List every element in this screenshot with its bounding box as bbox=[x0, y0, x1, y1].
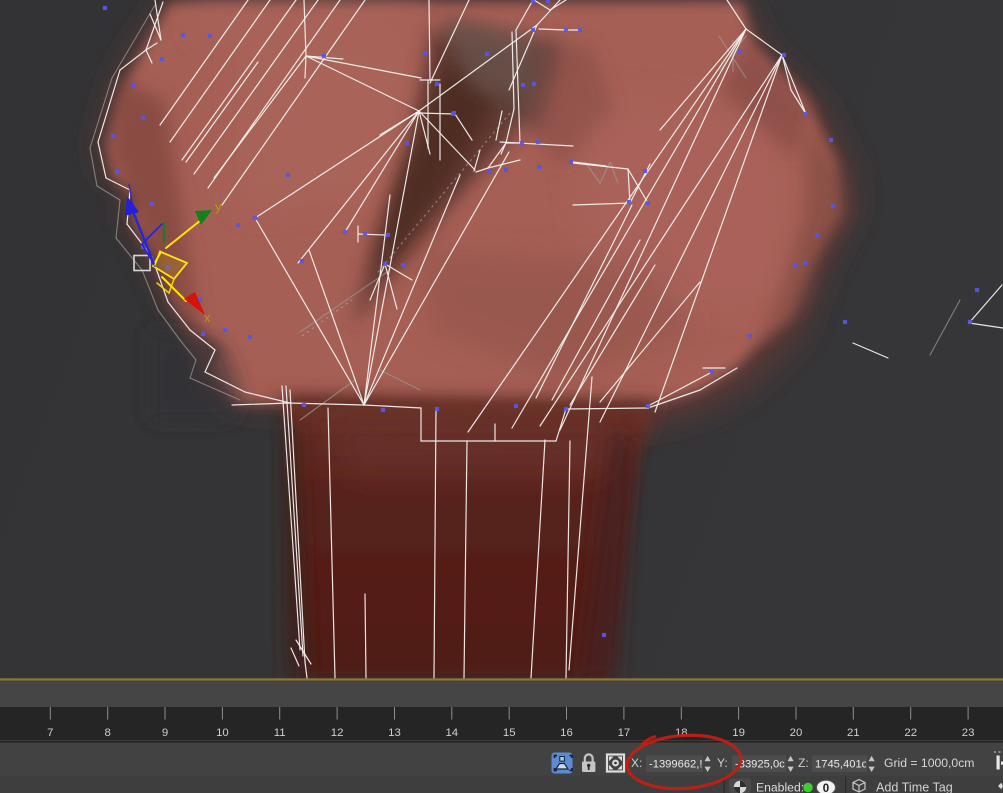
svg-text:Add Time Tag: Add Time Tag bbox=[876, 781, 953, 793]
svg-text:15: 15 bbox=[503, 727, 516, 739]
svg-text:-1399662,!: -1399662,! bbox=[649, 759, 703, 771]
svg-text:23: 23 bbox=[962, 727, 975, 739]
svg-text:11: 11 bbox=[274, 727, 286, 739]
svg-text:8: 8 bbox=[105, 727, 111, 739]
svg-text:16: 16 bbox=[560, 727, 573, 739]
svg-text:17: 17 bbox=[618, 727, 631, 739]
svg-text:0: 0 bbox=[823, 783, 829, 793]
svg-text:22: 22 bbox=[904, 727, 917, 739]
svg-text:19: 19 bbox=[732, 727, 745, 739]
svg-text:10: 10 bbox=[216, 727, 229, 739]
svg-text:Enabled:: Enabled: bbox=[756, 781, 804, 793]
svg-text:9: 9 bbox=[162, 727, 168, 739]
svg-text:7: 7 bbox=[47, 727, 53, 739]
svg-text:Y:: Y: bbox=[717, 756, 728, 770]
svg-text:Z:: Z: bbox=[798, 756, 809, 770]
svg-text:21: 21 bbox=[847, 727, 860, 739]
svg-text:Grid = 1000,0cm: Grid = 1000,0cm bbox=[884, 756, 974, 770]
svg-text:14: 14 bbox=[445, 727, 458, 739]
svg-text:y: y bbox=[215, 199, 222, 214]
svg-text:x: x bbox=[204, 310, 211, 325]
svg-text:13: 13 bbox=[388, 727, 401, 739]
svg-text:X:: X: bbox=[631, 756, 642, 770]
svg-text:12: 12 bbox=[331, 727, 344, 739]
svg-text:20: 20 bbox=[790, 727, 803, 739]
